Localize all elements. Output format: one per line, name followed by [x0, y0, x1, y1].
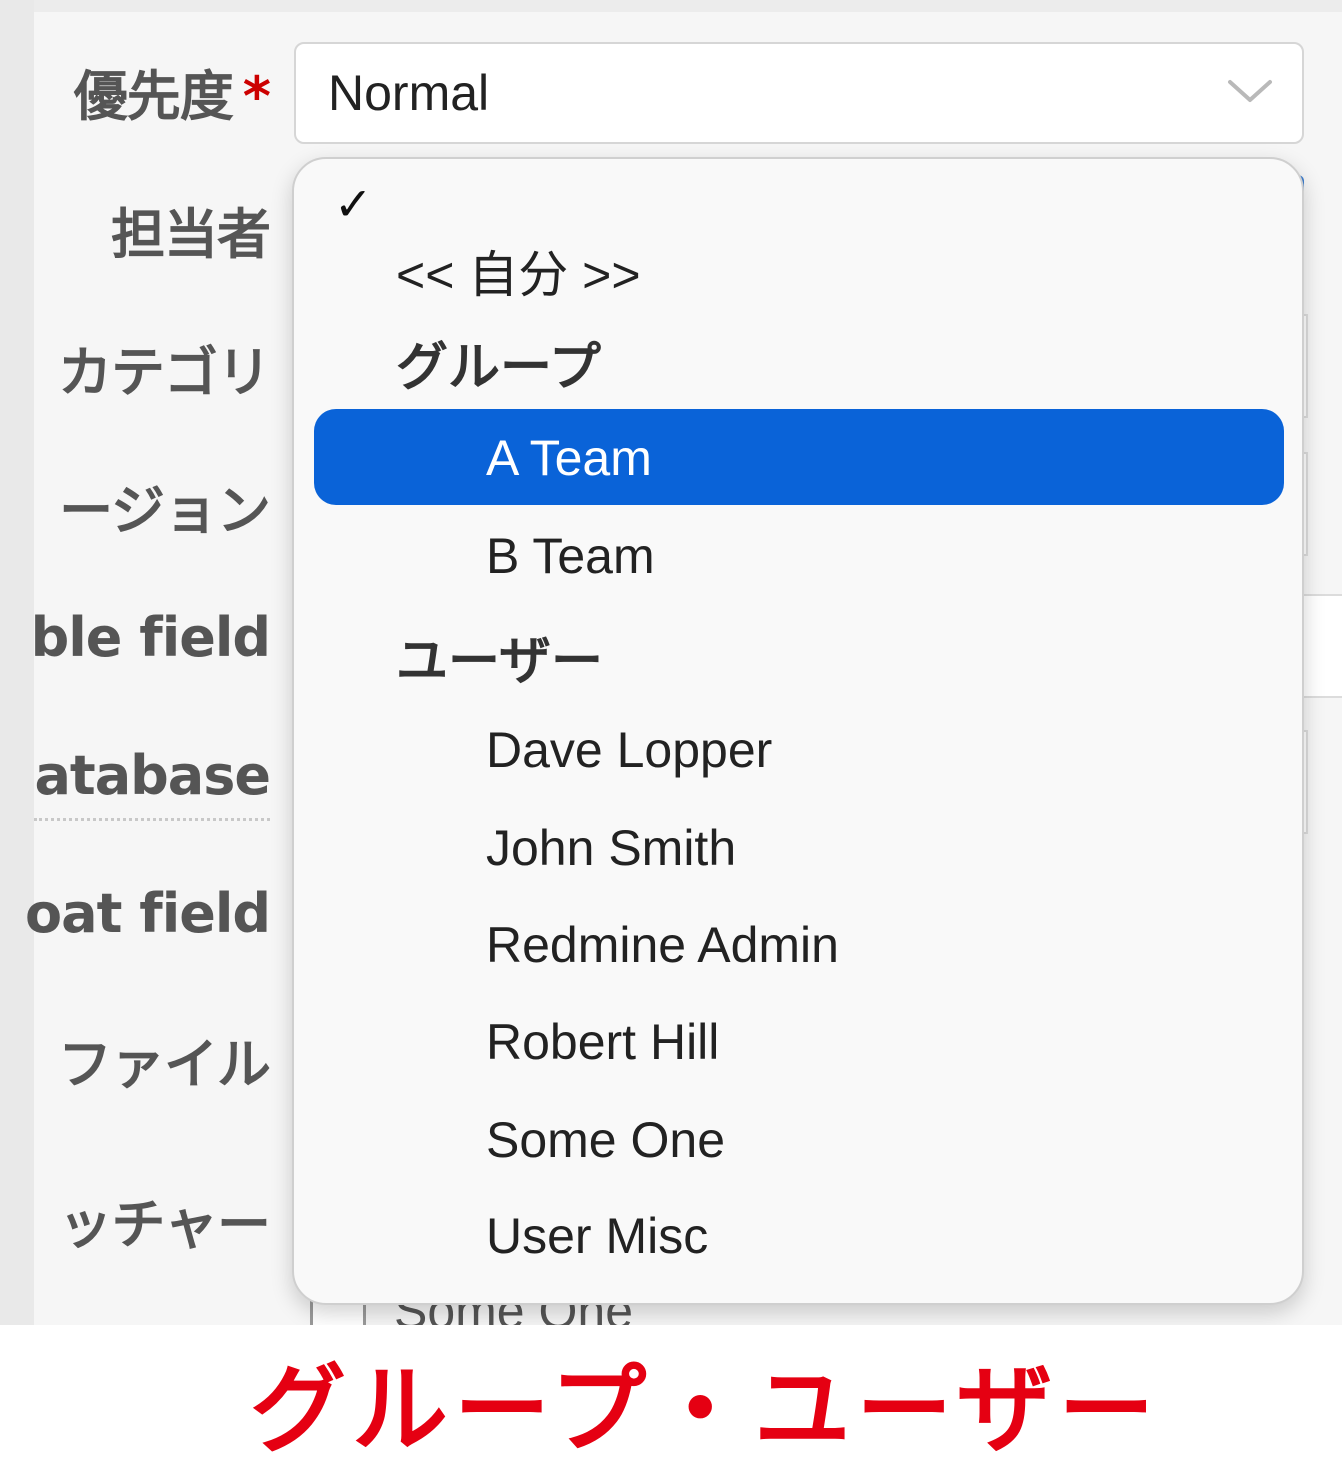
label-version: ージョン [59, 479, 271, 542]
label-float-field: oat field [25, 882, 271, 945]
caption-text: グループ・ユーザー [250, 1354, 1161, 1466]
label-assignee: 担当者 [111, 203, 271, 266]
required-mark: * [242, 65, 271, 128]
label-watcher: ッチャー [58, 1193, 271, 1256]
assignee-dropdown-menu[interactable]: ✓ << 自分 >> グループ A Team B Team ユーザー Dave … [292, 157, 1304, 1305]
priority-select[interactable]: Normal [294, 42, 1304, 144]
dropdown-option-self[interactable]: << 自分 >> [396, 235, 641, 307]
dropdown-option-user[interactable]: John Smith [486, 819, 736, 877]
label-priority: 優先度 * [73, 52, 271, 131]
checkmark-icon: ✓ [334, 177, 373, 231]
label-category: カテゴリ [58, 341, 271, 404]
dropdown-option-user[interactable]: Robert Hill [486, 1013, 719, 1071]
label-custom-field: ble field [30, 606, 271, 669]
top-band [0, 0, 1342, 12]
dropdown-group-header-users: ユーザー [396, 632, 603, 692]
label-file: ファイル [58, 1033, 271, 1096]
left-band [0, 0, 34, 1325]
label-database: atabase [34, 744, 271, 807]
dropdown-option-b-team[interactable]: B Team [486, 527, 655, 585]
dropdown-option-user[interactable]: Redmine Admin [486, 916, 839, 974]
database-underline [34, 818, 270, 821]
dropdown-option-user[interactable]: Some One [486, 1111, 725, 1169]
dropdown-option-user[interactable]: Dave Lopper [486, 721, 772, 779]
dropdown-option-a-team[interactable]: A Team [314, 409, 1284, 505]
priority-select-value: Normal [328, 65, 490, 121]
dropdown-group-header-groups: グループ [396, 338, 601, 398]
dropdown-option-label: A Team [486, 430, 652, 486]
label-priority-text: 優先度 [73, 65, 234, 128]
dropdown-option-user[interactable]: User Misc [486, 1207, 708, 1265]
chevron-down-icon [1228, 80, 1272, 102]
